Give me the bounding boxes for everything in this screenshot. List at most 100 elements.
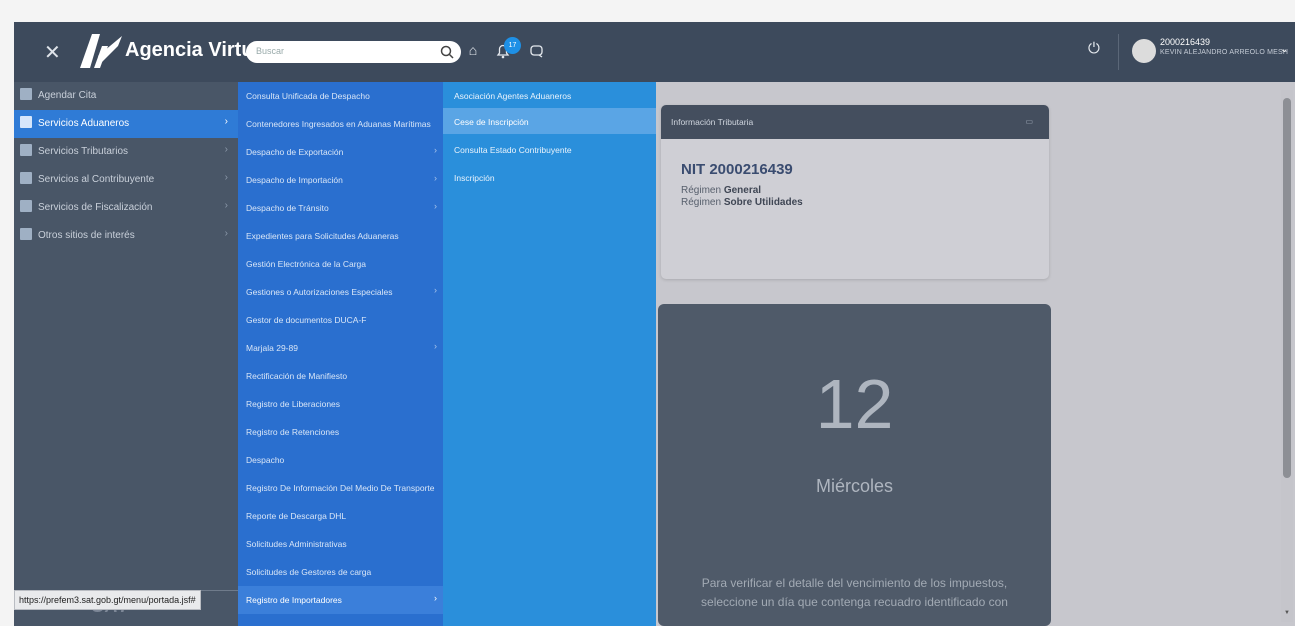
submenu-item-label: Gestiones o Autorizaciones Especiales — [246, 287, 393, 297]
tax-info-title: Información Tributaria — [671, 117, 754, 127]
app-window: ✕ Agencia Virtual Buscar ⌂ 17 ⏻ 20002164 — [14, 22, 1295, 626]
sidebar: Agendar Cita Servicios Aduaneros › Servi… — [14, 82, 238, 626]
status-url: https://prefem3.sat.gob.gt/menu/portada.… — [14, 590, 201, 610]
submenu3-item[interactable]: Consulta Estado Contribuyente — [443, 136, 656, 162]
submenu-item-label: Expedientes para Solicitudes Aduaneras — [246, 231, 399, 241]
submenu-item[interactable]: Marjala 29-89 › — [238, 334, 443, 362]
submenu-item-label: Despacho de Importación — [246, 175, 343, 185]
calendar-icon — [20, 88, 32, 100]
submenu-item[interactable]: Gestor de documentos DUCA-F — [238, 306, 443, 334]
submenu3-item-label: Cese de Inscripción — [454, 117, 529, 127]
sidebar-item-label: Servicios al Contribuyente — [38, 174, 155, 185]
submenu-item[interactable]: Despacho de Exportación › — [238, 138, 443, 166]
home-icon[interactable]: ⌂ — [464, 42, 482, 60]
scrollbar-thumb[interactable] — [1283, 98, 1291, 478]
submenu-item-registro-importadores[interactable]: Registro de Importadores › — [238, 586, 443, 614]
submenu-item[interactable]: Despacho de Importación › — [238, 166, 443, 194]
nit-value: NIT 2000216439 — [681, 161, 793, 178]
chevron-down-icon[interactable]: ⌄ — [1280, 44, 1288, 55]
document-icon — [20, 172, 32, 184]
submenu-item-label: Solicitudes de Gestores de carga — [246, 567, 372, 577]
customs-icon — [20, 116, 32, 128]
submenu-item-label: Despacho — [246, 455, 285, 465]
calendar-note: Para verificar el detalle del vencimient… — [658, 574, 1051, 612]
scroll-down-icon[interactable]: ▼ — [1284, 610, 1290, 616]
calendar-card: 12 Miércoles Para verificar el detalle d… — [658, 304, 1051, 626]
submenu-item[interactable]: Registro de Retenciones — [238, 418, 443, 446]
collapse-icon[interactable]: ▭ — [1025, 117, 1033, 126]
submenu-item[interactable]: Expedientes para Solicitudes Aduaneras — [238, 222, 443, 250]
chat-icon[interactable] — [528, 42, 546, 60]
sidebar-item-servicios-aduaneros[interactable]: Servicios Aduaneros › — [14, 110, 238, 138]
submenu-item[interactable]: Solicitudes Administrativas — [238, 530, 443, 558]
regimen-line-2: Régimen Sobre Utilidades — [681, 197, 803, 208]
search-input[interactable]: Buscar — [246, 41, 461, 63]
submenu-registro-importadores: Asociación Agentes Aduaneros Cese de Ins… — [443, 82, 656, 626]
avatar[interactable] — [1132, 39, 1156, 63]
chevron-right-icon: › — [434, 285, 437, 295]
sidebar-item-servicios-tributarios[interactable]: Servicios Tributarios › — [14, 138, 238, 166]
chevron-right-icon: › — [434, 145, 437, 155]
submenu-item[interactable]: Rectificación de Manifiesto — [238, 362, 443, 390]
chevron-right-icon: › — [224, 228, 228, 239]
submenu-item[interactable]: Reporte de Descarga DHL — [238, 502, 443, 530]
chevron-right-icon: › — [224, 116, 228, 127]
regimen-value: Sobre Utilidades — [723, 197, 803, 208]
calendar-note-line: seleccione un día que contenga recuadro … — [701, 595, 1008, 609]
submenu-item[interactable]: Gestión Electrónica de la Carga — [238, 250, 443, 278]
audit-icon — [20, 200, 32, 212]
submenu-item-label: Despacho de Exportación — [246, 147, 344, 157]
submenu3-item-label: Asociación Agentes Aduaneros — [454, 91, 572, 101]
submenu3-item-cese-inscripcion[interactable]: Cese de Inscripción — [443, 108, 656, 134]
submenu-item-label: Registro De Información Del Medio De Tra… — [246, 483, 435, 493]
link-icon — [20, 228, 32, 240]
submenu-item-label: Registro de Importadores — [246, 595, 342, 605]
submenu3-item[interactable]: Inscripción — [443, 164, 656, 190]
submenu-item-label: Rectificación de Manifiesto — [246, 371, 348, 381]
submenu-item[interactable]: Despacho de Tránsito › — [238, 194, 443, 222]
sidebar-item-otros-sitios[interactable]: Otros sitios de interés › — [14, 222, 238, 250]
tax-info-header: Información Tributaria ▭ — [661, 105, 1049, 139]
close-icon[interactable]: ✕ — [44, 40, 61, 65]
tax-info-card: Información Tributaria ▭ NIT 2000216439 … — [661, 105, 1049, 279]
sat-logo — [80, 34, 122, 68]
submenu-item[interactable]: Consulta Unificada de Despacho — [238, 82, 443, 110]
submenu-item[interactable]: Registro De Información Del Medio De Tra… — [238, 474, 443, 502]
submenu-item[interactable]: Despacho — [238, 446, 443, 474]
sidebar-item-label: Servicios de Fiscalización — [38, 202, 153, 213]
sidebar-item-agendar-cita[interactable]: Agendar Cita — [14, 82, 238, 110]
submenu-item[interactable]: Contenedores Ingresados en Aduanas Marít… — [238, 110, 443, 138]
calendar-note-line: Para verificar el detalle del vencimient… — [701, 576, 1008, 590]
submenu-item[interactable]: Registro de Liberaciones — [238, 390, 443, 418]
submenu-item-label: Gestor de documentos DUCA-F — [246, 315, 367, 325]
submenu3-item[interactable]: Asociación Agentes Aduaneros — [443, 82, 656, 108]
chevron-right-icon: › — [434, 341, 437, 351]
topbar-divider — [1118, 34, 1119, 70]
regimen-label: Régimen — [681, 185, 722, 196]
submenu-item-label: Registro de Liberaciones — [246, 399, 341, 409]
search-icon[interactable] — [439, 44, 455, 60]
submenu-aduaneros: Consulta Unificada de Despacho Contenedo… — [238, 82, 443, 626]
regimen-line-1: Régimen General — [681, 185, 761, 196]
notification-badge[interactable]: 17 — [504, 37, 521, 54]
submenu-item[interactable]: Solicitudes de Gestores de carga — [238, 558, 443, 586]
sidebar-item-servicios-contribuyente[interactable]: Servicios al Contribuyente › — [14, 166, 238, 194]
user-id[interactable]: 2000216439 — [1160, 37, 1210, 47]
power-icon[interactable]: ⏻ — [1088, 40, 1100, 57]
chevron-right-icon: › — [224, 200, 228, 211]
sidebar-item-label: Otros sitios de interés — [38, 230, 135, 241]
submenu-item-label: Gestión Electrónica de la Carga — [246, 259, 367, 269]
chevron-right-icon: › — [434, 593, 437, 603]
submenu3-item-label: Inscripción — [454, 173, 495, 183]
regimen-value: General — [723, 185, 762, 196]
sidebar-item-servicios-fiscalizacion[interactable]: Servicios de Fiscalización › — [14, 194, 238, 222]
day-name: Miércoles — [815, 476, 894, 496]
chevron-right-icon: › — [224, 172, 228, 183]
scrollbar[interactable]: ▼ — [1281, 90, 1293, 622]
submenu-item-label: Contenedores Ingresados en Aduanas Marít… — [246, 119, 431, 129]
submenu-item[interactable]: Gestiones o Autorizaciones Especiales › — [238, 278, 443, 306]
regimen-label: Régimen — [681, 197, 722, 208]
submenu-item-label: Registro de Retenciones — [246, 427, 340, 437]
user-name[interactable]: KEVIN ALEJANDRO ARREOLO MESH — [1160, 49, 1288, 56]
submenu-item-label: Reporte de Descarga DHL — [246, 511, 347, 521]
